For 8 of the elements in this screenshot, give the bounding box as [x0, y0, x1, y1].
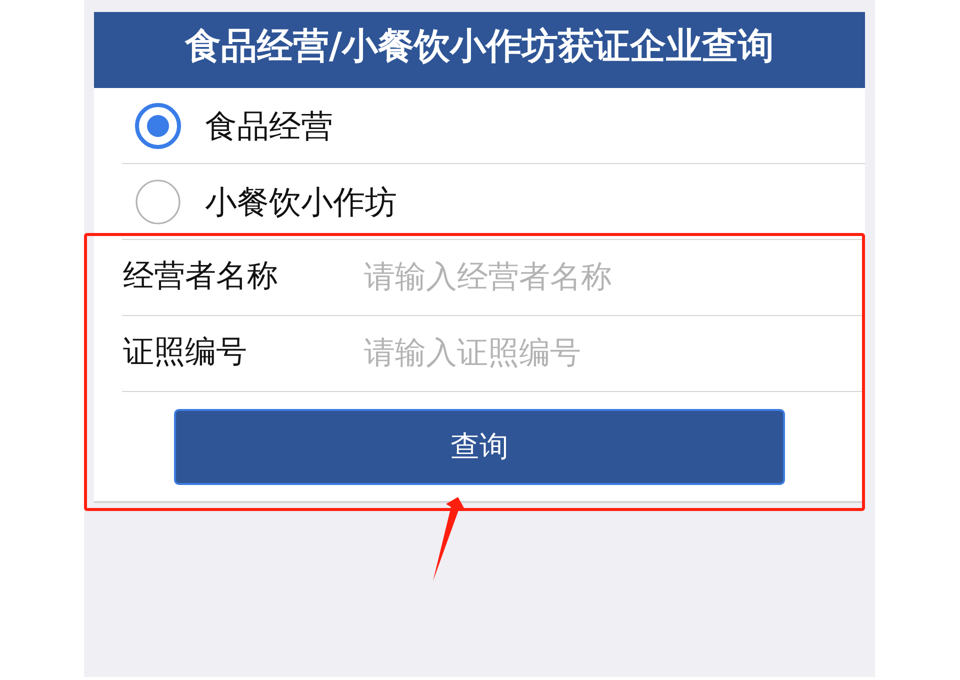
- input-field[interactable]: 请输入证照编号: [364, 322, 865, 382]
- radio-option[interactable]: 小餐饮小作坊: [122, 178, 397, 224]
- page-title: 食品经营/小餐饮小作坊获证企业查询: [184, 25, 774, 69]
- field-label: 经营者名称: [123, 256, 279, 296]
- radio-option[interactable]: 食品经营: [122, 102, 333, 148]
- query-button[interactable]: 查询: [174, 409, 785, 485]
- field-label: 证照编号: [123, 332, 248, 372]
- input-field[interactable]: 请输入经营者名称: [364, 246, 865, 306]
